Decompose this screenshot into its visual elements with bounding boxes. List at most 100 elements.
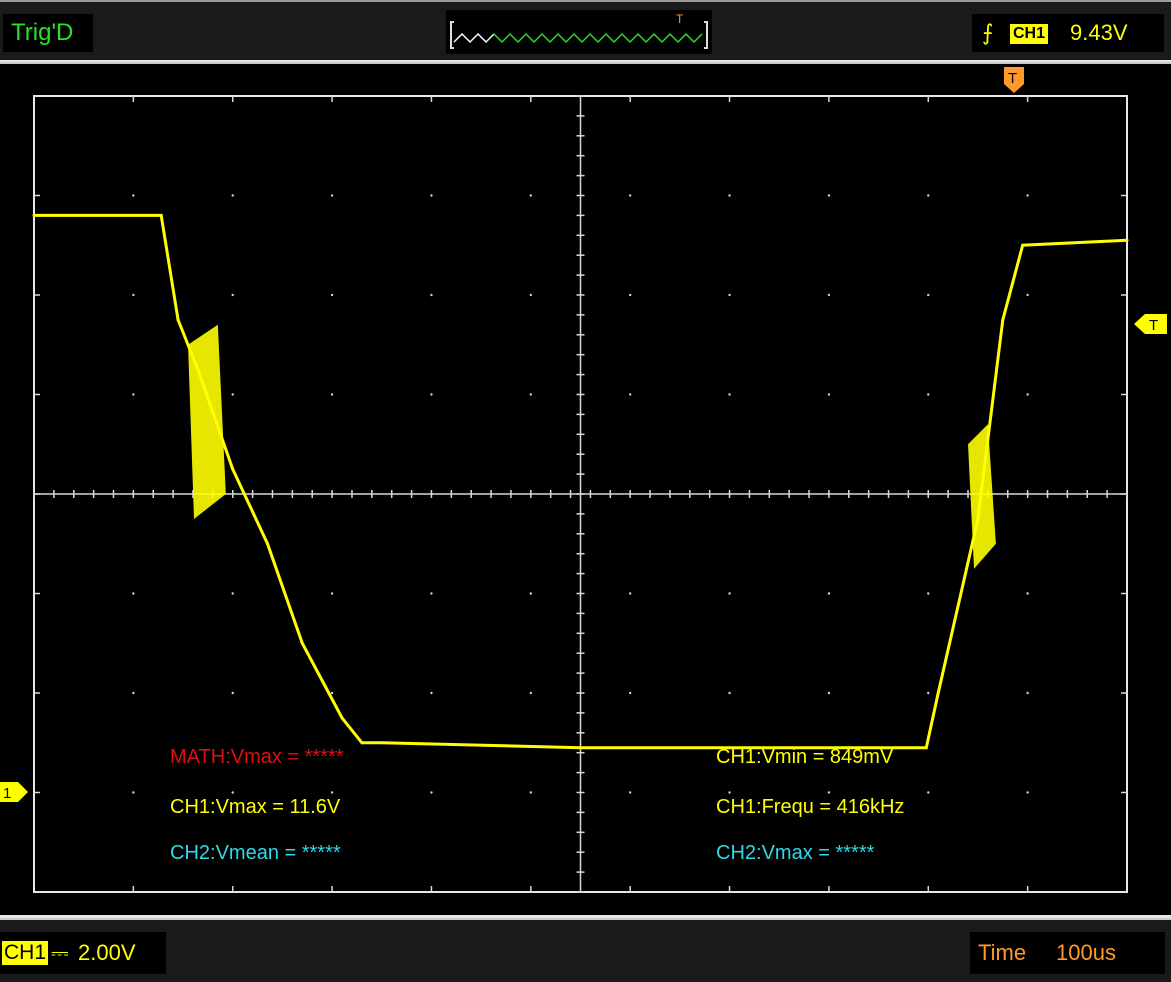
ch1-trace-point: [176, 318, 180, 322]
grid-dot: [827, 194, 831, 197]
meas-ch2-vmax: CH2:Vmax = *****: [716, 842, 875, 864]
dc-coupling-icon: ⎓: [51, 940, 69, 965]
grid-dot: [728, 194, 731, 197]
svg-text:T: T: [1149, 317, 1158, 334]
grid-dot: [1026, 393, 1029, 396]
ch1-trace-point: [1125, 238, 1129, 242]
grid-dot: [728, 691, 731, 695]
time-label: Time: [978, 940, 1027, 965]
grid-dot: [330, 592, 334, 595]
ch1-trace-point: [1001, 318, 1005, 322]
meas-ch1-frequency: CH1:Frequ = 416kHz: [716, 796, 905, 818]
grid-dot: [927, 791, 930, 794]
grid-dot: [927, 393, 930, 396]
grid-dot: [927, 691, 930, 695]
trigger-level-marker[interactable]: T: [1134, 314, 1167, 334]
ch1-label: CH1: [2, 941, 49, 965]
grid-dot: [628, 194, 632, 197]
grid-dot: [132, 691, 135, 695]
grid-dot: [827, 691, 831, 695]
grid-dot: [132, 194, 135, 197]
overview-wave-white: [453, 32, 495, 44]
grid-dot: [430, 592, 433, 595]
ch1-trace-point: [1021, 243, 1025, 247]
grid-dot: [231, 592, 234, 595]
ch1-trace-point: [380, 741, 384, 745]
grid-dot: [628, 592, 632, 595]
overview-trigger-marker: T: [676, 12, 684, 26]
grid-dot: [927, 592, 930, 595]
svg-text:T: T: [1008, 70, 1017, 87]
grid-dot: [430, 393, 433, 396]
grid-dot: [231, 293, 234, 297]
ch1-trace-point: [231, 467, 235, 471]
ch1-trace-point: [360, 741, 364, 745]
ch1-ground-marker[interactable]: 1: [0, 782, 28, 802]
overview-wave-green: [493, 32, 703, 44]
grid-dot: [430, 194, 433, 197]
grid-dot: [827, 393, 831, 396]
grid-dot: [1026, 691, 1029, 695]
ch1-ringing-falling: [188, 324, 226, 519]
trigger-level: 9.43V: [1070, 20, 1128, 45]
meas-ch1-vmax: CH1:Vmax = 11.6V: [170, 796, 341, 818]
ch1-trace-point: [579, 746, 582, 750]
ch1-scale-readout[interactable]: CH1 ⎓ 2.00V: [0, 932, 166, 974]
grid-dot: [430, 791, 433, 794]
grid-dot: [927, 293, 930, 297]
grid-dot: [1026, 592, 1029, 595]
grid-dot: [132, 293, 135, 297]
trigger-status: Trig'D: [3, 14, 93, 52]
overview-bracket-right: [704, 21, 708, 49]
svg-text:1: 1: [3, 785, 11, 802]
grid-dot: [827, 293, 831, 297]
grid-dot: [231, 791, 234, 794]
ch1-trace-point: [159, 213, 163, 217]
grid-dot: [529, 592, 533, 595]
grid-dot: [330, 791, 334, 794]
grid-dot: [529, 194, 533, 197]
ch1-trace-point: [300, 641, 304, 645]
grid-dot: [330, 293, 334, 297]
grid-dot: [628, 393, 632, 396]
top-status-bar: Trig'D T ⨍ CH1 9.43V: [0, 0, 1171, 62]
grid-dot: [529, 691, 533, 695]
grid-dot: [132, 592, 135, 595]
grid-dot: [330, 194, 334, 197]
timebase-readout[interactable]: Time 100us: [970, 932, 1165, 974]
grid-dot: [330, 393, 334, 396]
rising-edge-icon: ⨍: [982, 20, 994, 45]
ch1-trace-point: [32, 213, 36, 217]
time-trigger-marker[interactable]: T: [1004, 67, 1024, 93]
waveform-display: T T 1: [0, 67, 1167, 893]
ch1-volts-per-div: 2.00V: [78, 940, 136, 965]
grid-dot: [132, 791, 135, 794]
ch1-trace-point: [266, 542, 270, 546]
grid-dot: [430, 691, 433, 695]
ch1-trace-point: [924, 746, 928, 750]
grid-dot: [728, 293, 731, 297]
grid-dot: [728, 592, 731, 595]
grid-dot: [927, 194, 930, 197]
grid-dot: [430, 293, 433, 297]
grid-dot: [529, 791, 533, 794]
grid-dot: [728, 791, 731, 794]
grid-dot: [827, 791, 831, 794]
overview-bracket-left: [450, 21, 454, 49]
bottom-status-bar: CH1 ⎓ 2.00V Time 100us: [0, 920, 1171, 982]
grid-dot: [231, 194, 234, 197]
time-per-div: 100us: [1056, 940, 1116, 965]
grid-dot: [628, 293, 632, 297]
meas-ch2-vmean: CH2:Vmean = *****: [170, 842, 341, 864]
grid-dot: [529, 393, 533, 396]
waveform-overview: T: [446, 10, 712, 54]
grid-dot: [628, 791, 632, 794]
grid-dot: [231, 691, 234, 695]
grid-dot: [132, 393, 135, 396]
trigger-channel-badge: CH1: [1010, 24, 1049, 44]
scope-screen: T T 1 MATH:Vmax = ***** CH1:Vmax = 11.6V…: [0, 64, 1171, 918]
grid-dot: [1026, 791, 1029, 794]
grid-dot: [827, 592, 831, 595]
trigger-info: ⨍ CH1 9.43V: [972, 14, 1164, 52]
grid-dot: [1026, 293, 1029, 297]
